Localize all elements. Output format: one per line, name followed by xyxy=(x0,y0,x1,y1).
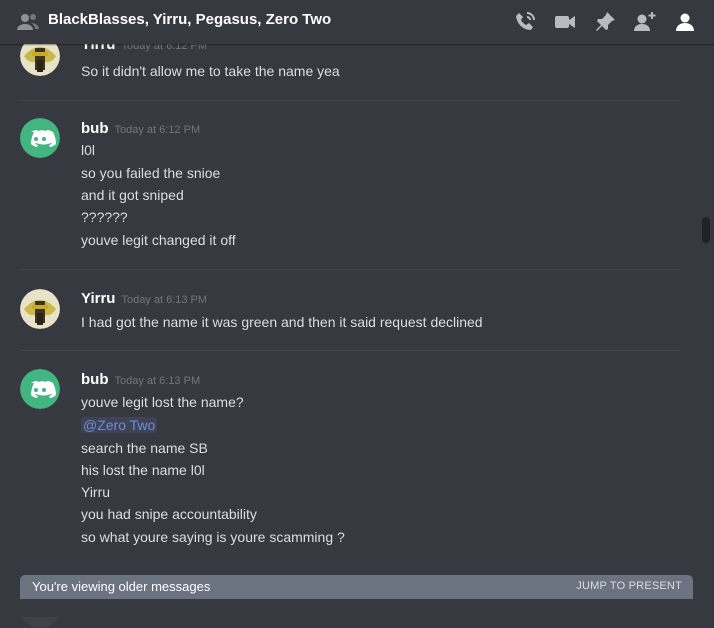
channel-header: BlackBlasses, Yirru, Pegasus, Zero Two xyxy=(0,0,714,44)
message-list[interactable]: Yirru Today at 6:12 PM So it didn't allow… xyxy=(0,44,714,617)
message-text: So it didn't allow me to take the name y… xyxy=(81,63,340,79)
chat-bottom-edge xyxy=(0,599,714,617)
username[interactable]: Yirru xyxy=(81,290,115,307)
video-icon[interactable] xyxy=(552,9,578,35)
message-text: youve legit lost the name? xyxy=(81,394,244,410)
message-divider xyxy=(20,100,680,101)
timestamp: Today at 6:13 PM xyxy=(121,294,208,306)
message-divider xyxy=(20,269,680,270)
username[interactable]: Yirru xyxy=(81,44,115,53)
dm-group-title: BlackBlasses, Yirru, Pegasus, Zero Two xyxy=(48,11,332,28)
timestamp: Today at 6:13 PM xyxy=(114,375,201,387)
call-icon[interactable] xyxy=(512,9,538,35)
message-text: youve legit changed it off xyxy=(81,232,236,248)
message-text: you had snipe accountability xyxy=(81,506,257,522)
user-mention[interactable]: @Zero Two xyxy=(81,417,158,433)
message-text: so what youre saying is youre scamming ? xyxy=(81,529,345,545)
avatar[interactable] xyxy=(20,369,60,409)
message-line: @Zero Two xyxy=(81,417,158,433)
older-messages-label: You're viewing older messages xyxy=(32,579,211,594)
jump-to-present-button[interactable]: JUMP TO PRESENT xyxy=(576,580,682,592)
scrollbar-track[interactable] xyxy=(702,44,710,617)
add-friend-icon[interactable] xyxy=(632,9,658,35)
username[interactable]: bub xyxy=(81,120,109,137)
message-text: and it got sniped xyxy=(81,187,184,203)
message-text: Yirru xyxy=(81,484,111,500)
message-text: so you failed the snioe xyxy=(81,165,221,181)
message-text: search the name SB xyxy=(81,440,208,456)
message-text: ?????? xyxy=(81,209,128,225)
avatar[interactable] xyxy=(20,118,60,158)
people-icon xyxy=(16,10,40,34)
member-list-icon[interactable] xyxy=(672,9,698,35)
message-divider xyxy=(20,350,680,351)
message-text: I had got the name it was green and then… xyxy=(81,314,483,330)
older-messages-bar[interactable]: You're viewing older messages JUMP TO PR… xyxy=(20,575,693,599)
timestamp: Today at 6:12 PM xyxy=(114,124,201,136)
timestamp: Today at 6:12 PM xyxy=(121,44,208,52)
avatar[interactable] xyxy=(20,44,60,76)
message-text: l0l xyxy=(81,142,96,158)
username[interactable]: bub xyxy=(81,371,109,388)
avatar[interactable] xyxy=(20,289,60,329)
message-text: his lost the name l0l xyxy=(81,462,205,478)
pin-icon[interactable] xyxy=(592,9,618,35)
scrollbar-thumb[interactable] xyxy=(702,217,710,243)
